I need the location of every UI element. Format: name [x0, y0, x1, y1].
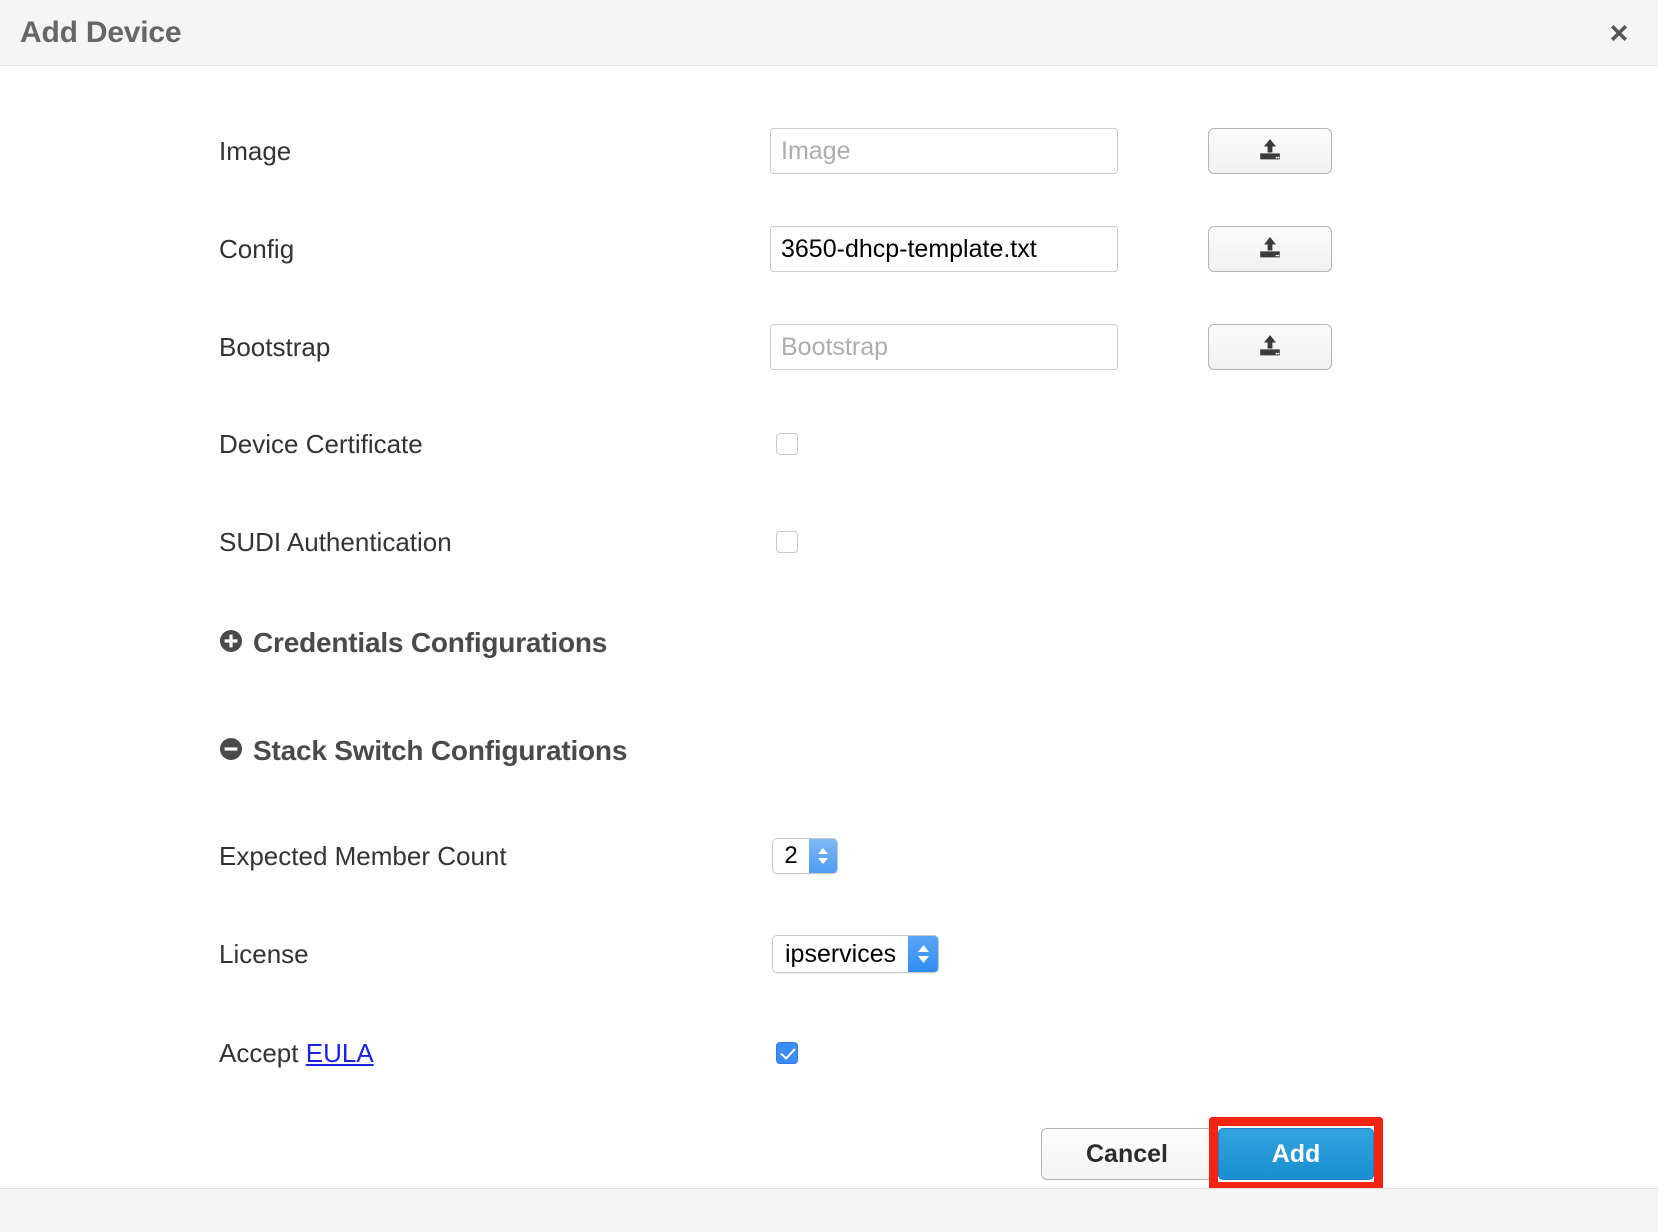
image-input[interactable]	[770, 128, 1118, 174]
minus-circle-icon	[219, 737, 243, 766]
image-upload-button[interactable]	[1208, 128, 1332, 174]
accept-eula-checkbox[interactable]	[776, 1042, 798, 1064]
add-device-modal: Add Device Image Image Config 3650-dhcp-…	[0, 0, 1658, 1232]
config-input[interactable]	[770, 226, 1118, 272]
bootstrap-input[interactable]	[770, 324, 1118, 370]
device-certificate-checkbox[interactable]	[776, 433, 798, 455]
add-button[interactable]: Add	[1218, 1128, 1374, 1180]
plus-circle-icon	[219, 629, 243, 658]
form-row-accept-eula: Accept EULA	[0, 1023, 1658, 1083]
expected-member-count-stepper[interactable]: 2	[772, 838, 838, 874]
form-row-image: Image	[0, 121, 1658, 181]
modal-footer-bar	[0, 1188, 1658, 1232]
section-stack-switch-configurations[interactable]: Stack Switch Configurations	[219, 735, 627, 767]
close-icon[interactable]	[1602, 16, 1636, 50]
form-row-bootstrap: Bootstrap	[0, 317, 1658, 377]
license-label: License	[219, 938, 309, 969]
cancel-button[interactable]: Cancel	[1041, 1128, 1213, 1180]
modal-header: Add Device	[0, 0, 1658, 66]
page-title: Add Device	[20, 15, 182, 49]
accept-eula-label: Accept EULA	[219, 1038, 374, 1069]
modal-body: Image Config	[0, 66, 1658, 1188]
form-row-expected-member-count: Expected Member Count 2	[0, 826, 1658, 886]
chevron-updown-icon[interactable]	[908, 936, 939, 972]
modal-actions: Cancel	[1041, 1128, 1213, 1180]
license-selected-value: ipservices	[773, 936, 909, 972]
upload-icon	[1257, 139, 1283, 163]
bootstrap-label: Bootstrap	[219, 331, 331, 362]
config-label: Config	[219, 233, 295, 264]
eula-link[interactable]: EULA	[306, 1038, 374, 1068]
license-select[interactable]: ipservices	[772, 935, 940, 973]
section-credentials-title: Credentials Configurations	[253, 627, 608, 658]
form-row-license: License ipservices	[0, 924, 1658, 984]
accept-eula-prefix: Accept	[219, 1037, 299, 1068]
expected-member-count-value: 2	[773, 839, 809, 873]
upload-icon	[1257, 335, 1283, 359]
sudi-authentication-label: SUDI Authentication	[219, 526, 452, 557]
upload-icon	[1257, 237, 1283, 261]
bootstrap-upload-button[interactable]	[1208, 324, 1332, 370]
image-label: Image	[219, 135, 292, 166]
stepper-arrows-icon[interactable]	[809, 839, 837, 873]
expected-member-count-label: Expected Member Count	[219, 840, 507, 871]
form-row-device-certificate: Device Certificate	[0, 414, 1658, 474]
form-row-sudi-authentication: SUDI Authentication	[0, 512, 1658, 572]
section-credentials-configurations[interactable]: Credentials Configurations	[219, 627, 607, 659]
form-row-config: Config	[0, 219, 1658, 279]
sudi-authentication-checkbox[interactable]	[776, 531, 798, 553]
section-stack-switch-title: Stack Switch Configurations	[253, 735, 628, 766]
config-upload-button[interactable]	[1208, 226, 1332, 272]
device-certificate-label: Device Certificate	[219, 428, 423, 459]
